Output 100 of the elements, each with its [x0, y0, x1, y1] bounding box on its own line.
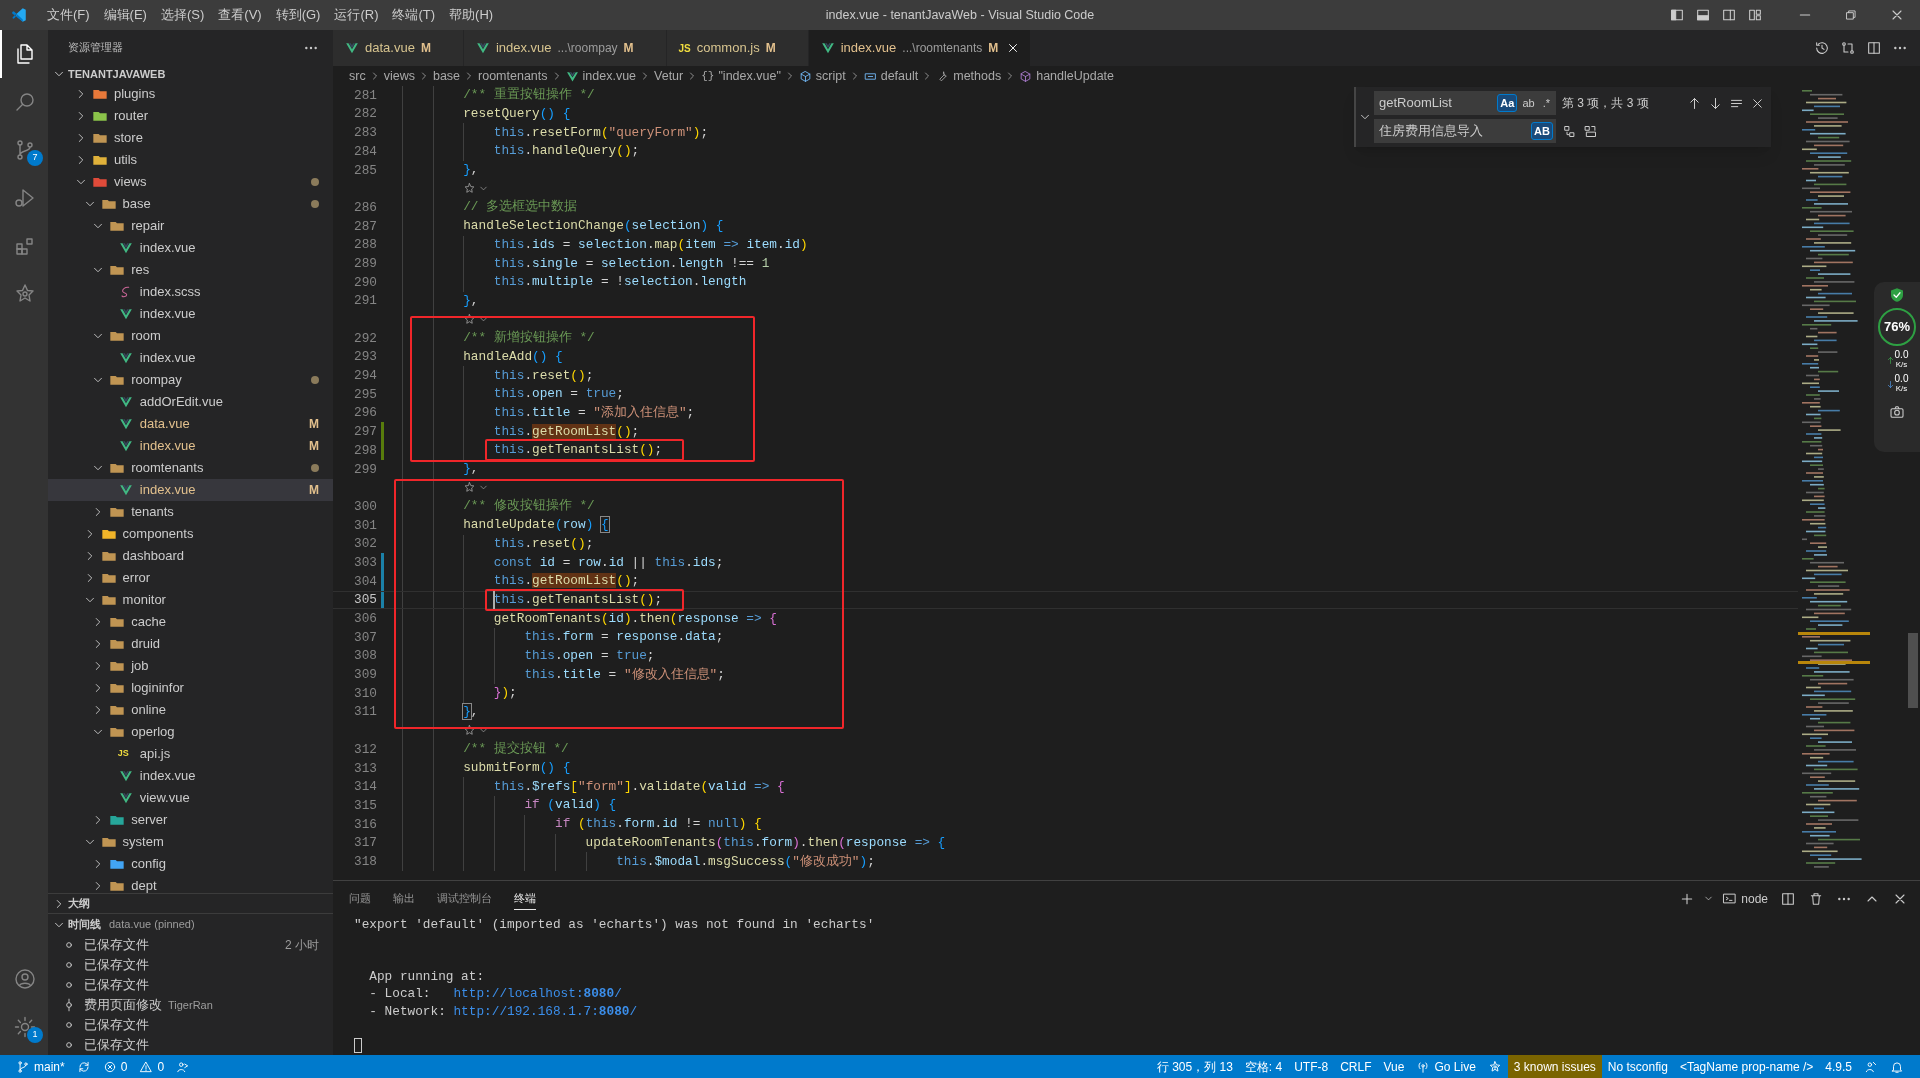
tree-item[interactable]: config — [48, 853, 333, 875]
breadcrumb-item[interactable]: index.vue — [565, 66, 637, 86]
menu-item[interactable]: 终端(T) — [385, 0, 443, 30]
editor-tab[interactable]: index.vue ...\roomtenants M — [808, 30, 1032, 66]
tree-item[interactable]: index.scss — [48, 281, 333, 303]
activity-button[interactable]: 1 — [0, 1003, 48, 1051]
status-item[interactable]: main* — [10, 1055, 71, 1078]
toggle-panel-icon[interactable] — [1695, 7, 1711, 23]
panel-tab[interactable]: 终端 — [514, 887, 536, 910]
tree-item[interactable]: addOrEdit.vue — [48, 391, 333, 413]
tree-item[interactable]: server — [48, 809, 333, 831]
tree-item[interactable]: base — [48, 193, 333, 215]
option-toggle[interactable]: ab — [1519, 94, 1538, 112]
input-field[interactable]: 住房费用信息导入 AB — [1374, 119, 1556, 143]
input-field[interactable]: getRoomList Aa ab .* — [1374, 91, 1556, 115]
section-header[interactable]: 时间线 data.vue (pinned) — [48, 913, 333, 935]
tree-item[interactable]: tenants — [48, 501, 333, 523]
split-terminal-icon[interactable] — [1780, 890, 1796, 907]
panel-tab[interactable]: 输出 — [393, 887, 415, 910]
timeline-item[interactable]: 已保存文件 — [48, 1035, 333, 1055]
toggle-sidebar-icon[interactable] — [1669, 7, 1685, 23]
breadcrumb-item[interactable]: roomtenants — [478, 66, 548, 86]
timeline-item[interactable]: 已保存文件 — [48, 1015, 333, 1035]
terminal-selector[interactable]: node — [1722, 889, 1768, 908]
status-item[interactable]: Vue — [1377, 1055, 1411, 1078]
editor-tab[interactable]: index.vue ...\roompay M — [463, 30, 667, 66]
menu-item[interactable]: 编辑(E) — [96, 0, 154, 30]
option-toggle[interactable]: Aa — [1497, 94, 1518, 112]
tree-item[interactable]: res — [48, 259, 333, 281]
tree-item[interactable]: components — [48, 523, 333, 545]
tree-item[interactable]: plugins — [48, 83, 333, 105]
menu-item[interactable]: 文件(F) — [40, 0, 97, 30]
status-item[interactable]: UTF-8 — [1288, 1055, 1335, 1078]
breadcrumb-item[interactable]: Vetur — [654, 66, 684, 86]
tree-item[interactable]: utils — [48, 149, 333, 171]
timeline-item[interactable]: 已保存文件 — [48, 955, 333, 975]
tree-item[interactable]: index.vue — [48, 347, 333, 369]
next-match-icon[interactable] — [1708, 95, 1723, 111]
status-item[interactable]: 行 305，列 13 — [1150, 1055, 1239, 1078]
menu-item[interactable]: 查看(V) — [211, 0, 269, 30]
status-item[interactable]: 空格: 4 — [1238, 1055, 1289, 1078]
breadcrumb-item[interactable]: {} "index.vue" — [701, 66, 781, 86]
activity-button[interactable]: 7 — [0, 126, 48, 174]
section-header[interactable]: 大纲 — [48, 893, 333, 913]
tree-item[interactable]: logininfor — [48, 677, 333, 699]
status-item[interactable]: No tsconfig — [1601, 1055, 1674, 1078]
breadcrumb-item[interactable]: handleUpdate — [1019, 66, 1115, 86]
tree-item[interactable]: data.vue M — [48, 413, 333, 435]
terminal-link[interactable]: http://192.168.1.7:8080/ — [453, 1001, 638, 1021]
panel-tab[interactable]: 问题 — [349, 887, 371, 910]
tree-item[interactable]: index.vue — [48, 303, 333, 325]
tree-item[interactable]: index.vue M — [48, 435, 333, 457]
option-toggle[interactable]: .* — [1539, 94, 1553, 112]
codelens-icon[interactable] — [463, 481, 477, 495]
breadcrumb-item[interactable]: base — [432, 66, 461, 86]
tree-item[interactable]: view.vue — [48, 787, 333, 809]
codelens-icon[interactable] — [463, 313, 477, 327]
status-item[interactable]: <TagName prop-name /> — [1673, 1055, 1820, 1078]
tree-item[interactable]: druid — [48, 633, 333, 655]
breadcrumb-item[interactable]: views — [383, 66, 415, 86]
tree-item[interactable]: store — [48, 127, 333, 149]
tree-item[interactable]: dept — [48, 875, 333, 893]
customize-layout-icon[interactable] — [1747, 7, 1763, 23]
tree-item[interactable]: roompay — [48, 369, 333, 391]
tree-item[interactable]: job — [48, 655, 333, 677]
status-item[interactable]: 4.9.5 — [1819, 1055, 1858, 1078]
option-toggle[interactable]: AB — [1531, 122, 1553, 140]
status-item[interactable]: 0 — [96, 1055, 134, 1078]
timeline-item[interactable]: 已保存文件 — [48, 975, 333, 995]
tree-item[interactable]: system — [48, 831, 333, 853]
tree-item[interactable]: roomtenants — [48, 457, 333, 479]
tree-item[interactable]: monitor — [48, 589, 333, 611]
tree-item[interactable]: JS api.js — [48, 743, 333, 765]
menu-item[interactable]: 运行(R) — [327, 0, 386, 30]
breadcrumb-item[interactable]: src — [349, 66, 366, 86]
tree-item[interactable]: room — [48, 325, 333, 347]
menu-item[interactable]: 帮助(H) — [442, 0, 501, 30]
tree-item[interactable]: index.vue — [48, 765, 333, 787]
tree-item[interactable]: index.vue — [48, 237, 333, 259]
replace-icon[interactable] — [1562, 123, 1577, 139]
trash-icon[interactable] — [1808, 890, 1824, 907]
tree-item[interactable]: repair — [48, 215, 333, 237]
timeline-item[interactable]: 已保存文件 2 小时 — [48, 935, 333, 955]
status-item[interactable]: CRLF — [1334, 1055, 1378, 1078]
camera-icon[interactable] — [1889, 404, 1905, 420]
split-editor-icon[interactable] — [1866, 40, 1882, 56]
tree-item[interactable]: cache — [48, 611, 333, 633]
tree-item[interactable]: online — [48, 699, 333, 721]
codelens-icon[interactable] — [463, 182, 477, 196]
previous-match-icon[interactable] — [1687, 95, 1702, 111]
menu-item[interactable]: 选择(S) — [153, 0, 212, 30]
tree-item[interactable]: operlog — [48, 721, 333, 743]
status-item[interactable]: Go Live — [1410, 1055, 1482, 1078]
tree-item[interactable]: router — [48, 105, 333, 127]
breadcrumb-item[interactable]: script — [798, 66, 846, 86]
editor-tab[interactable]: data.vue M — [333, 30, 464, 66]
restore-icon[interactable] — [1844, 8, 1858, 22]
terminal-link[interactable]: http://localhost:8080/ — [453, 984, 622, 1004]
replace-all-icon[interactable] — [1583, 123, 1598, 139]
timeline-item[interactable]: 费用页面修改 TigerRan — [48, 995, 333, 1015]
